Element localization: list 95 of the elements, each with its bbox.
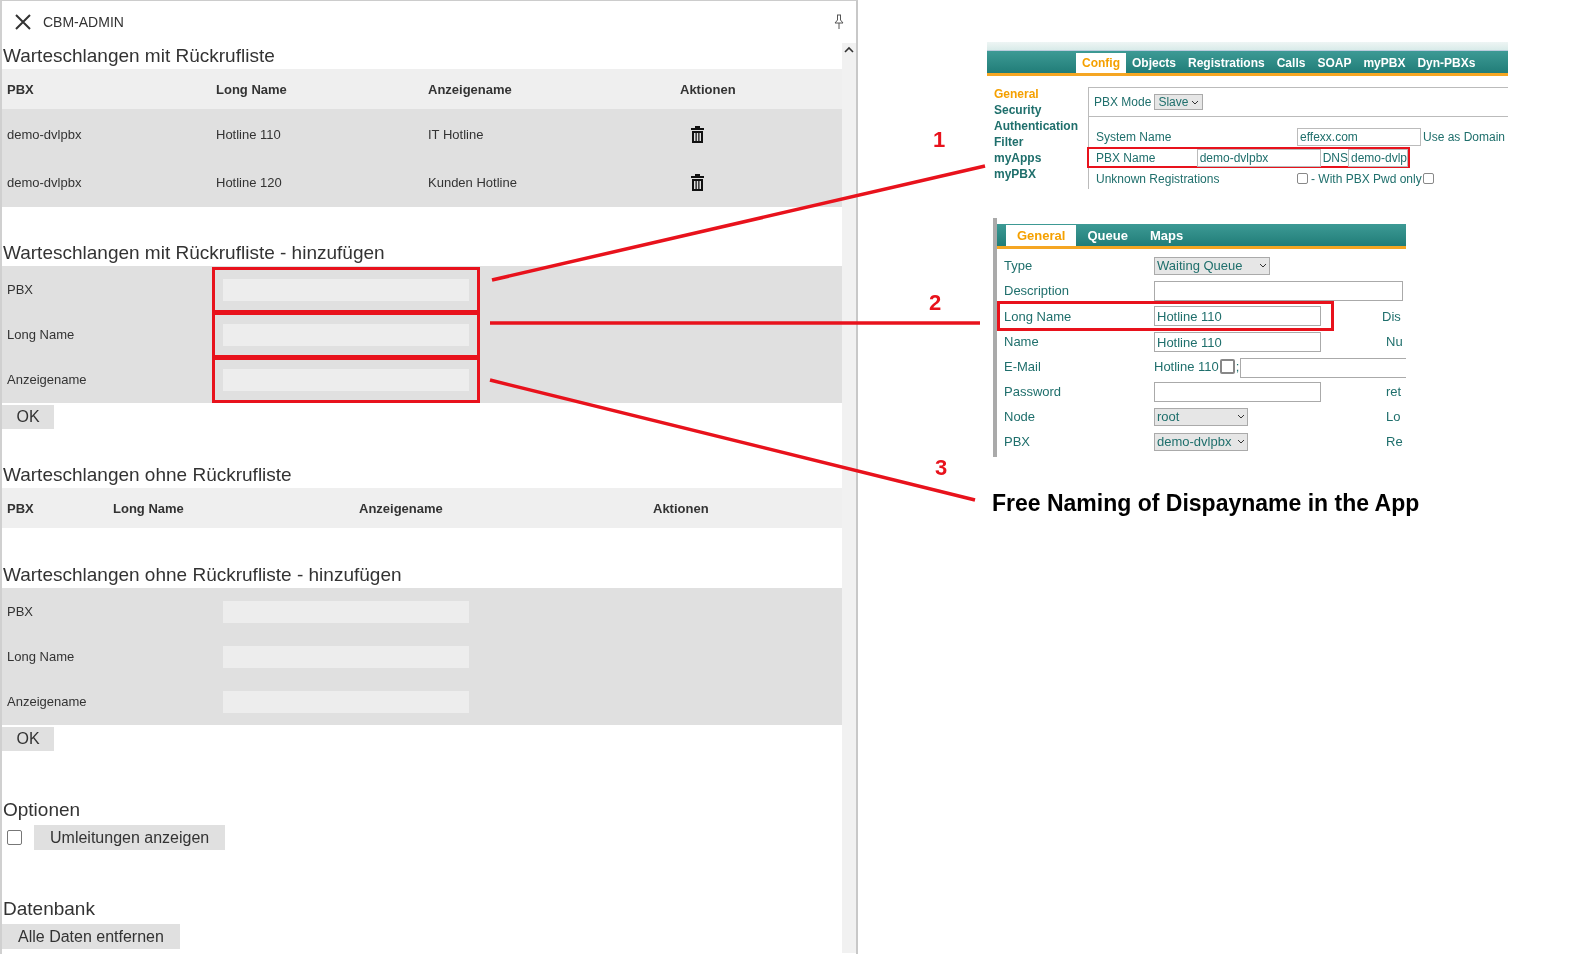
column-header: Anzeigename bbox=[427, 81, 513, 97]
pin-icon[interactable] bbox=[834, 14, 844, 30]
column-header: Long Name bbox=[215, 81, 288, 97]
field-label: PBX bbox=[6, 282, 34, 297]
chevron-down-icon bbox=[1237, 439, 1245, 444]
select-field[interactable]: root bbox=[1154, 407, 1248, 426]
separator-text: ; bbox=[1235, 359, 1240, 374]
field-label: PBX bbox=[6, 604, 34, 619]
field-label: Dis bbox=[1382, 308, 1401, 324]
input-field[interactable]: demo-dvlpbx bbox=[1196, 148, 1321, 167]
field-label: System Name bbox=[1095, 129, 1173, 144]
input-field[interactable] bbox=[1240, 357, 1406, 378]
ok-button[interactable]: OK bbox=[2, 727, 54, 751]
field-label: Password bbox=[1004, 384, 1063, 399]
section-heading: Datenbank bbox=[2, 897, 96, 921]
scroll-up-icon[interactable] bbox=[844, 46, 854, 53]
nav-item[interactable]: Filter bbox=[994, 135, 1088, 151]
tab[interactable]: Maps bbox=[1138, 225, 1195, 246]
input-field[interactable]: Hotline 110 bbox=[1154, 306, 1321, 326]
nav-item[interactable]: myPBX bbox=[994, 167, 1088, 183]
caption: Free Naming of Dispayname in the App bbox=[992, 490, 1420, 517]
checkbox[interactable] bbox=[7, 830, 22, 845]
field-label: Unknown Registrations bbox=[1095, 171, 1221, 186]
chevron-down-icon bbox=[1259, 263, 1267, 268]
input-field[interactable] bbox=[1154, 280, 1403, 301]
select-field[interactable]: demo-dvlpbx bbox=[1154, 432, 1248, 451]
field-label: Node bbox=[1004, 409, 1037, 424]
chevron-down-icon bbox=[1191, 99, 1200, 105]
field-label: PBX Name bbox=[1095, 150, 1157, 165]
table-cell-text: Hotline 120 bbox=[215, 174, 283, 190]
tab[interactable]: Queue bbox=[1076, 225, 1139, 246]
table-cell-text: Kunden Hotline bbox=[427, 174, 518, 190]
field-label: Long Name bbox=[6, 327, 76, 342]
checkbox[interactable] bbox=[1219, 359, 1235, 374]
section-heading: Warteschlangen mit Rückrufliste bbox=[2, 44, 276, 68]
field-label: Lo bbox=[1386, 409, 1401, 424]
close-icon[interactable] bbox=[14, 13, 32, 31]
delete-data-button[interactable]: Alle Daten entfernen bbox=[2, 924, 180, 949]
table-cell-text: demo-dvlpbx bbox=[6, 174, 83, 190]
panel-title: CBM-ADMIN bbox=[43, 14, 124, 30]
trash-icon[interactable] bbox=[691, 125, 704, 143]
callout-number: 3 bbox=[935, 455, 948, 481]
column-header: Aktionen bbox=[679, 81, 737, 97]
tab[interactable]: SOAP bbox=[1311, 53, 1358, 73]
field-label: Description bbox=[1004, 283, 1071, 298]
input-field[interactable]: demo-dvlp bbox=[1347, 148, 1408, 167]
table-cell-text: Hotline 110 bbox=[215, 126, 282, 142]
field-label: ret bbox=[1386, 384, 1402, 399]
field-label: Type bbox=[1004, 258, 1034, 273]
field-label: PBX Mode bbox=[1094, 95, 1152, 109]
field-label: Long Name bbox=[6, 649, 76, 664]
field-label: DNS bbox=[1321, 150, 1348, 165]
field-value: Hotline 110 bbox=[1154, 359, 1219, 374]
section-heading: Warteschlangen ohne Rückrufliste bbox=[2, 463, 293, 487]
nav-item[interactable]: Security bbox=[994, 103, 1088, 119]
section-heading: Warteschlangen ohne Rückrufliste - hinzufügen bbox=[2, 563, 403, 587]
ok-button[interactable]: OK bbox=[2, 405, 54, 429]
field-label: Re bbox=[1386, 434, 1403, 449]
input-field[interactable] bbox=[1154, 381, 1321, 402]
column-header: PBX bbox=[6, 500, 35, 516]
table-cell-text: IT Hotline bbox=[427, 126, 485, 142]
input-field[interactable]: effexx.com bbox=[1297, 127, 1421, 146]
field-label: Anzeigename bbox=[6, 694, 88, 709]
column-header: PBX bbox=[6, 81, 35, 97]
column-header: Anzeigename bbox=[358, 500, 444, 516]
field-label: Name bbox=[1004, 334, 1040, 349]
mode-select[interactable]: Slave bbox=[1154, 94, 1204, 110]
select-field[interactable]: Waiting Queue bbox=[1154, 256, 1270, 275]
field-label: Anzeigename bbox=[6, 372, 88, 387]
table-cell-text: demo-dvlpbx bbox=[6, 126, 83, 142]
tab[interactable]: myPBX bbox=[1357, 53, 1412, 73]
callout-number: 2 bbox=[929, 290, 942, 316]
field-label: Long Name bbox=[1004, 308, 1073, 324]
field-label: E-Mail bbox=[1004, 359, 1042, 374]
tab[interactable]: Calls bbox=[1270, 53, 1312, 73]
callout-number: 1 bbox=[933, 127, 946, 153]
input-field[interactable]: Hotline 110 bbox=[1154, 331, 1321, 352]
section-heading: Warteschlangen mit Rückrufliste - hinzufügen bbox=[2, 241, 386, 265]
nav-item[interactable]: myApps bbox=[994, 151, 1088, 167]
field-label: Use as Domain bbox=[1422, 129, 1506, 144]
column-header: Aktionen bbox=[652, 500, 710, 516]
tab[interactable]: Objects bbox=[1126, 53, 1182, 73]
trash-icon[interactable] bbox=[691, 173, 704, 191]
chevron-down-icon bbox=[1237, 414, 1245, 419]
field-label: Nu bbox=[1386, 334, 1403, 349]
tab[interactable]: Dyn-PBXs bbox=[1411, 53, 1482, 73]
checkbox-label: - With PBX Pwd only bbox=[1310, 171, 1423, 186]
checkbox[interactable] bbox=[1297, 173, 1308, 184]
nav-item[interactable]: Authentication bbox=[994, 119, 1088, 135]
show-redirects-button[interactable]: Umleitungen anzeigen bbox=[34, 825, 226, 850]
checkbox[interactable] bbox=[1422, 173, 1434, 184]
column-header: Long Name bbox=[112, 500, 185, 516]
section-heading: Optionen bbox=[2, 798, 82, 822]
field-label: PBX bbox=[1004, 434, 1031, 449]
tab[interactable]: Registrations bbox=[1182, 53, 1271, 73]
